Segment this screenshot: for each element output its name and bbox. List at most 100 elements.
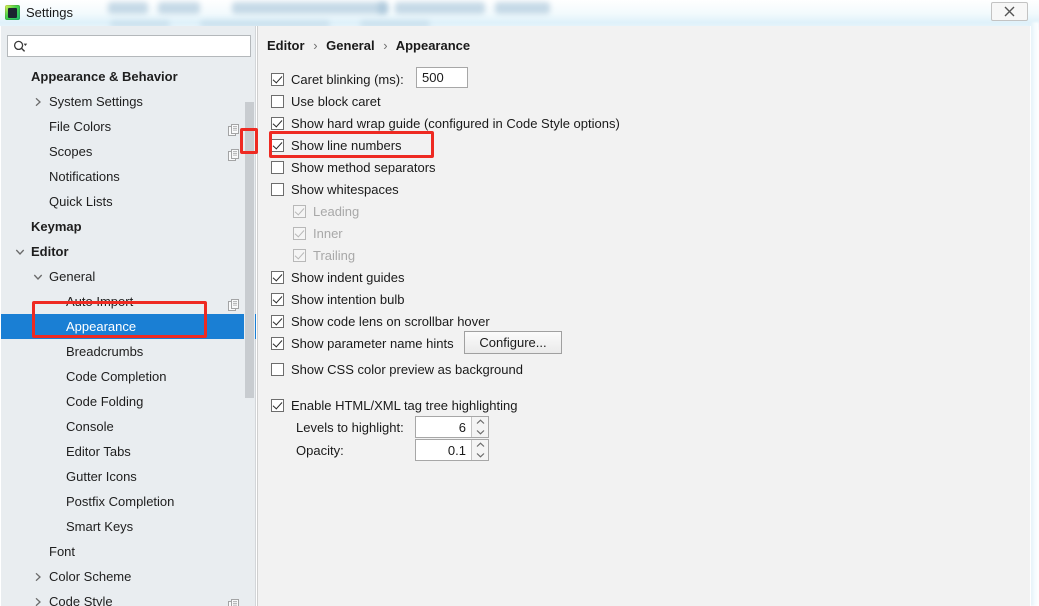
sidebar-item-system-settings[interactable]: System Settings: [1, 89, 256, 114]
chevron-right-icon[interactable]: [31, 564, 45, 589]
sidebar-item-quick-lists[interactable]: Quick Lists: [1, 189, 256, 214]
checkbox-show-code-lens-on-scrollbar-hover[interactable]: [271, 315, 284, 328]
option-label: Trailing: [313, 248, 356, 263]
copy-settings-icon[interactable]: [228, 595, 240, 606]
sidebar-item-label: Quick Lists: [49, 194, 113, 209]
sidebar-item-scopes[interactable]: Scopes: [1, 139, 256, 164]
option-label: Enable HTML/XML tag tree highlighting: [291, 398, 518, 413]
sidebar-item-editor[interactable]: Editor: [1, 239, 256, 264]
option-label: Show indent guides: [291, 270, 405, 285]
title-bar: Settings: [0, 0, 1031, 26]
sidebar-item-label: Postfix Completion: [66, 494, 175, 509]
sidebar-item-keymap[interactable]: Keymap: [1, 214, 256, 239]
chevron-right-icon[interactable]: [31, 89, 45, 114]
option-label: Show method separators: [291, 160, 436, 175]
opacity-input[interactable]: [416, 440, 471, 460]
sidebar-item-smart-keys[interactable]: Smart Keys: [1, 514, 256, 539]
blurred-right-edge: [1030, 22, 1039, 606]
chevron-up-icon[interactable]: [472, 417, 489, 427]
sidebar-item-label: Auto Import: [66, 294, 134, 309]
levels-to-highlight-label: Levels to highlight:: [296, 420, 404, 435]
sidebar-item-appearance[interactable]: Appearance: [1, 314, 256, 339]
sidebar-item-breadcrumbs[interactable]: Breadcrumbs: [1, 339, 256, 364]
levels-to-highlight-input[interactable]: [416, 417, 471, 437]
sidebar-item-label: Gutter Icons: [66, 469, 137, 484]
option-label: Show hard wrap guide (configured in Code…: [291, 116, 620, 131]
chevron-down-icon[interactable]: [31, 264, 45, 289]
configure-button[interactable]: Configure...: [464, 331, 562, 354]
sidebar-item-code-completion[interactable]: Code Completion: [1, 364, 256, 389]
copy-settings-icon[interactable]: [228, 295, 240, 311]
sidebar-scrollbar-thumb[interactable]: [245, 102, 254, 398]
checkbox-enable-html-xml-tag-tree-highlighting[interactable]: [271, 399, 284, 412]
option-label: Show intention bulb: [291, 292, 405, 307]
sidebar-item-general[interactable]: General: [1, 264, 256, 289]
breadcrumb-separator-icon: ›: [313, 38, 318, 53]
sidebar-item-file-colors[interactable]: File Colors: [1, 114, 256, 139]
checkbox-show-intention-bulb[interactable]: [271, 293, 284, 306]
settings-dialog: Settings Appearance & Behavior System Se…: [0, 0, 1031, 606]
sidebar-item-label: Keymap: [31, 219, 82, 234]
checkbox-leading: [293, 205, 306, 218]
sidebar-item-label: Scopes: [49, 144, 93, 159]
breadcrumb: Editor › General › Appearance: [267, 38, 470, 53]
levels-spinner-buttons: [471, 417, 488, 437]
sidebar-item-editor-tabs[interactable]: Editor Tabs: [1, 439, 256, 464]
sidebar-item-notifications[interactable]: Notifications: [1, 164, 256, 189]
chevron-down-icon[interactable]: [472, 450, 489, 460]
option-label: Show line numbers: [291, 138, 402, 153]
search-input[interactable]: [32, 36, 248, 56]
sidebar-item-label: Appearance & Behavior: [31, 69, 178, 84]
sidebar-item-gutter-icons[interactable]: Gutter Icons: [1, 464, 256, 489]
settings-tree: Appearance & Behavior System Settings File…: [1, 64, 256, 606]
opacity-label: Opacity:: [296, 443, 344, 458]
option-label: Leading: [313, 204, 360, 219]
sidebar-item-label: General: [49, 269, 96, 284]
checkbox-show-whitespaces[interactable]: [271, 183, 284, 196]
breadcrumb-leaf: Appearance: [395, 38, 471, 53]
close-button[interactable]: [991, 2, 1028, 21]
checkbox-show-css-color-preview-as-background[interactable]: [271, 363, 284, 376]
chevron-right-icon[interactable]: [31, 589, 45, 606]
search-box[interactable]: [7, 35, 251, 57]
checkbox-inner: [293, 227, 306, 240]
sidebar-item-code-style[interactable]: Code Style: [1, 589, 256, 606]
breadcrumb-root[interactable]: Editor: [267, 38, 305, 53]
sidebar-item-label: Breadcrumbs: [66, 344, 144, 359]
sidebar-item-console[interactable]: Console: [1, 414, 256, 439]
checkbox-show-line-numbers[interactable]: [271, 139, 284, 152]
chevron-up-icon[interactable]: [472, 440, 489, 450]
close-icon: [992, 3, 1027, 20]
checkbox-show-hard-wrap-guide-configured-in-code-style-options[interactable]: [271, 117, 284, 130]
chevron-down-icon[interactable]: [13, 239, 27, 264]
sidebar-item-auto-import[interactable]: Auto Import: [1, 289, 256, 314]
sidebar-item-postfix-completion[interactable]: Postfix Completion: [1, 489, 256, 514]
dialog-body: Appearance & Behavior System Settings File…: [0, 26, 1031, 606]
breadcrumb-mid[interactable]: General: [326, 38, 374, 53]
sidebar-item-label: Code Folding: [66, 394, 144, 409]
sidebar-item-label: Code Style: [49, 594, 113, 606]
sidebar-item-label: Editor: [31, 244, 69, 259]
checkbox-show-method-separators[interactable]: [271, 161, 284, 174]
option-label: Show whitespaces: [291, 182, 399, 197]
sidebar-item-font[interactable]: Font: [1, 539, 256, 564]
option-label: Use block caret: [291, 94, 381, 109]
option-label: Inner: [313, 226, 343, 241]
sidebar-item-label: File Colors: [49, 119, 112, 134]
option-label: Caret blinking (ms):: [291, 72, 404, 87]
settings-sidebar: Appearance & Behavior System Settings File…: [1, 26, 256, 606]
sidebar-item-appearance-behavior[interactable]: Appearance & Behavior: [1, 64, 256, 89]
checkbox-show-indent-guides[interactable]: [271, 271, 284, 284]
checkbox-caret-blinking-ms[interactable]: [271, 73, 284, 86]
chevron-down-icon[interactable]: [472, 427, 489, 437]
app-icon: [5, 5, 20, 20]
checkbox-use-block-caret[interactable]: [271, 95, 284, 108]
caret-blinking-input[interactable]: [416, 67, 468, 88]
sidebar-item-color-scheme[interactable]: Color Scheme: [1, 564, 256, 589]
copy-settings-icon[interactable]: [228, 145, 240, 161]
checkbox-show-parameter-name-hints[interactable]: [271, 337, 284, 350]
levels-to-highlight-spinner[interactable]: [415, 416, 489, 438]
sidebar-item-code-folding[interactable]: Code Folding: [1, 389, 256, 414]
copy-settings-icon[interactable]: [228, 120, 240, 136]
opacity-spinner[interactable]: [415, 439, 489, 461]
